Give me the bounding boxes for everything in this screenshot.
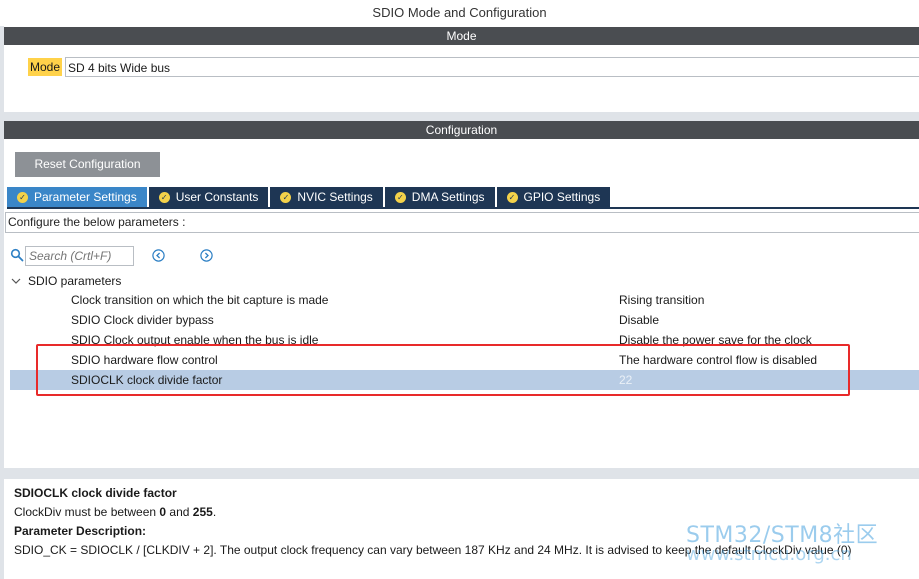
parameter-name: Clock transition on which the bit captur… (71, 293, 329, 307)
parameter-value[interactable]: Disable (619, 310, 659, 330)
description-title: SDIOCLK clock divide factor (14, 486, 177, 500)
previous-icon[interactable] (152, 249, 165, 262)
parameter-row[interactable]: Clock transition on which the bit captur… (10, 290, 919, 310)
next-icon[interactable] (200, 249, 213, 262)
tab-gpio-settings[interactable]: ✓ GPIO Settings (496, 187, 611, 207)
window-title: SDIO Mode and Configuration (0, 0, 919, 26)
tab-label: Parameter Settings (34, 190, 137, 204)
parameter-row[interactable]: SDIO Clock divider bypass Disable (10, 310, 919, 330)
sdio-parameters-group[interactable]: SDIO parameters (10, 271, 121, 291)
mode-header: Mode (4, 27, 919, 45)
left-edge-bar (0, 0, 4, 579)
configure-instructions: Configure the below parameters : (5, 212, 919, 233)
tab-nvic-settings[interactable]: ✓ NVIC Settings (270, 187, 383, 207)
check-icon: ✓ (394, 191, 406, 203)
check-icon: ✓ (17, 191, 28, 203)
tab-dma-settings[interactable]: ✓ DMA Settings (384, 187, 495, 207)
annotation-highlight-box (36, 344, 850, 396)
description-separator (4, 468, 919, 479)
parameter-description-heading: Parameter Description: (14, 524, 147, 538)
tab-underline (7, 207, 919, 209)
search-icon (10, 248, 24, 262)
tab-label: NVIC Settings (297, 190, 373, 204)
chevron-down-icon (11, 278, 21, 284)
section-separator (4, 112, 919, 121)
mode-select[interactable]: SD 4 bits Wide bus (65, 57, 919, 77)
tab-parameter-settings[interactable]: ✓ Parameter Settings (7, 187, 147, 207)
group-label: SDIO parameters (28, 274, 122, 288)
watermark-url: www.stmcu.org.cn (686, 544, 852, 565)
mode-label: Mode (28, 58, 63, 76)
description-range: ClockDiv must be between 0 and 255. (14, 505, 217, 519)
parameter-name: SDIO Clock divider bypass (71, 313, 214, 327)
config-tabs: ✓ Parameter Settings ✓ User Constants ✓ … (7, 187, 612, 207)
tab-label: DMA Settings (411, 190, 485, 204)
check-icon: ✓ (158, 191, 170, 203)
tab-label: GPIO Settings (523, 190, 601, 204)
tab-label: User Constants (175, 190, 259, 204)
check-icon: ✓ (280, 191, 292, 203)
configuration-header: Configuration (4, 121, 919, 139)
search-input[interactable] (25, 246, 134, 266)
check-icon: ✓ (506, 191, 518, 203)
reset-configuration-button[interactable]: Reset Configuration (15, 152, 160, 177)
parameter-value[interactable]: Rising transition (619, 290, 704, 310)
tab-user-constants[interactable]: ✓ User Constants (148, 187, 269, 207)
